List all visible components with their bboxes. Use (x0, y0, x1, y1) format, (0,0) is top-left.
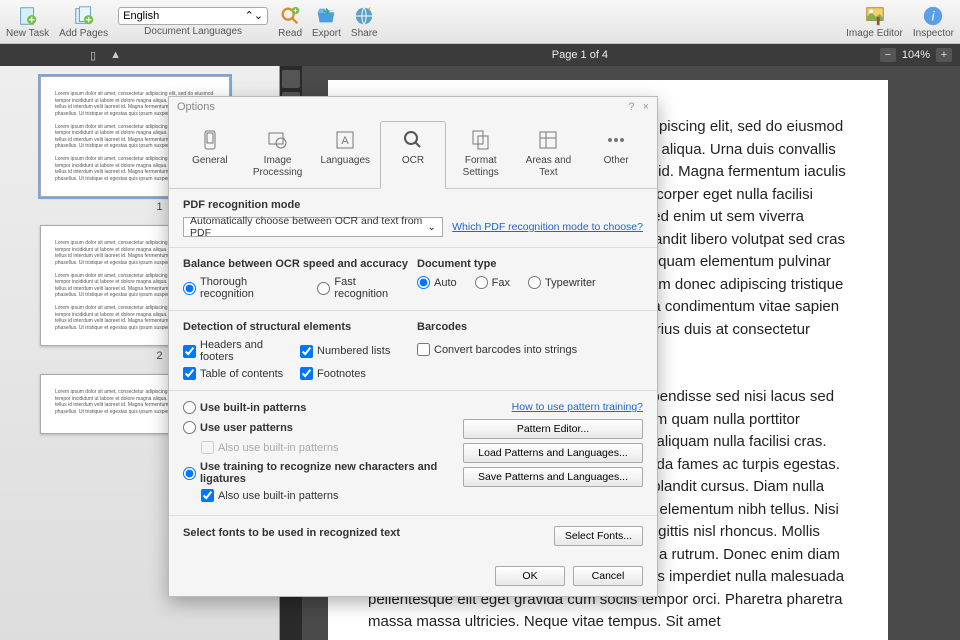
chevron-down-icon: ⌄ (427, 221, 436, 233)
tab-ocr[interactable]: OCR (380, 121, 446, 189)
tab-areas-text[interactable]: Areas and Text (516, 121, 582, 188)
dialog-tabs: General Image Processing ALanguages OCR … (169, 117, 657, 189)
thorough-radio[interactable]: Thorough recognition (183, 276, 299, 300)
tab-general[interactable]: General (177, 121, 243, 188)
tab-languages[interactable]: ALanguages (312, 121, 378, 188)
typewriter-radio[interactable]: Typewriter (528, 276, 596, 289)
doctype-label: Document type (417, 258, 643, 270)
read-button[interactable]: Read (278, 5, 302, 39)
struct-label: Detection of structural elements (183, 321, 409, 333)
page-indicator: Page 1 of 4 (552, 49, 608, 61)
add-pages-button[interactable]: Add Pages (59, 5, 108, 39)
pdf-mode-help-link[interactable]: Which PDF recognition mode to choose? (452, 221, 643, 233)
barcodes-check[interactable]: Convert barcodes into strings (417, 343, 577, 356)
fax-radio[interactable]: Fax (475, 276, 510, 289)
barcodes-label: Barcodes (417, 321, 643, 333)
also-builtin-train-check[interactable]: Also use built-in patterns (201, 489, 338, 502)
zoom-out-button[interactable]: − (880, 48, 896, 62)
options-dialog: Options? × General Image Processing ALang… (168, 96, 658, 597)
svg-text:A: A (342, 135, 350, 147)
zoom-level: 104% (900, 49, 932, 61)
auto-radio[interactable]: Auto (417, 276, 457, 289)
footnotes-check[interactable]: Footnotes (300, 367, 409, 380)
language-select[interactable]: English⌃⌄ (118, 7, 268, 25)
document-icon[interactable]: ▯ (90, 49, 96, 62)
export-button[interactable]: Export (312, 5, 341, 39)
help-button[interactable]: ? (628, 101, 634, 113)
main-toolbar: New Task Add Pages English⌃⌄ Document La… (0, 0, 960, 44)
chevron-updown-icon: ⌃⌄ (245, 9, 263, 22)
tab-format-settings[interactable]: Format Settings (448, 121, 514, 188)
zoom-in-button[interactable]: + (936, 48, 952, 62)
load-patterns-button[interactable]: Load Patterns and Languages... (463, 443, 643, 463)
tool-1[interactable] (282, 70, 300, 88)
pattern-training-link[interactable]: How to use pattern training? (512, 401, 643, 413)
training-radio[interactable]: Use training to recognize new characters… (183, 461, 453, 485)
fast-radio[interactable]: Fast recognition (317, 276, 409, 300)
share-button[interactable]: Share (351, 5, 378, 39)
also-builtin-user-check: Also use built-in patterns (201, 441, 338, 454)
pdf-mode-label: PDF recognition mode (183, 199, 643, 211)
image-editor-button[interactable]: Image Editor (846, 5, 903, 39)
close-button[interactable]: × (643, 101, 649, 113)
user-patterns-radio[interactable]: Use user patterns (183, 421, 293, 434)
new-task-button[interactable]: New Task (6, 5, 49, 39)
pattern-editor-button[interactable]: Pattern Editor... (463, 419, 643, 439)
toc-check[interactable]: Table of contents (183, 367, 292, 380)
dialog-title: Options (177, 101, 215, 113)
headers-check[interactable]: Headers and footers (183, 339, 292, 363)
ok-button[interactable]: OK (495, 566, 565, 586)
pdf-mode-select[interactable]: Automatically choose between OCR and tex… (183, 217, 443, 237)
tab-image-processing[interactable]: Image Processing (245, 121, 311, 188)
cancel-button[interactable]: Cancel (573, 566, 643, 586)
warning-icon[interactable]: ▲ (110, 49, 121, 61)
fonts-label: Select fonts to be used in recognized te… (183, 527, 400, 539)
status-bar: ▯ ▲ Page 1 of 4 − 104% + (0, 44, 960, 66)
save-patterns-button[interactable]: Save Patterns and Languages... (463, 467, 643, 487)
builtin-patterns-radio[interactable]: Use built-in patterns (183, 401, 306, 414)
language-label: Document Languages (144, 26, 242, 37)
select-fonts-button[interactable]: Select Fonts... (554, 526, 643, 546)
inspector-button[interactable]: iInspector (913, 5, 954, 39)
numbered-check[interactable]: Numbered lists (300, 339, 409, 363)
balance-label: Balance between OCR speed and accuracy (183, 258, 409, 270)
tab-other[interactable]: Other (583, 121, 649, 188)
